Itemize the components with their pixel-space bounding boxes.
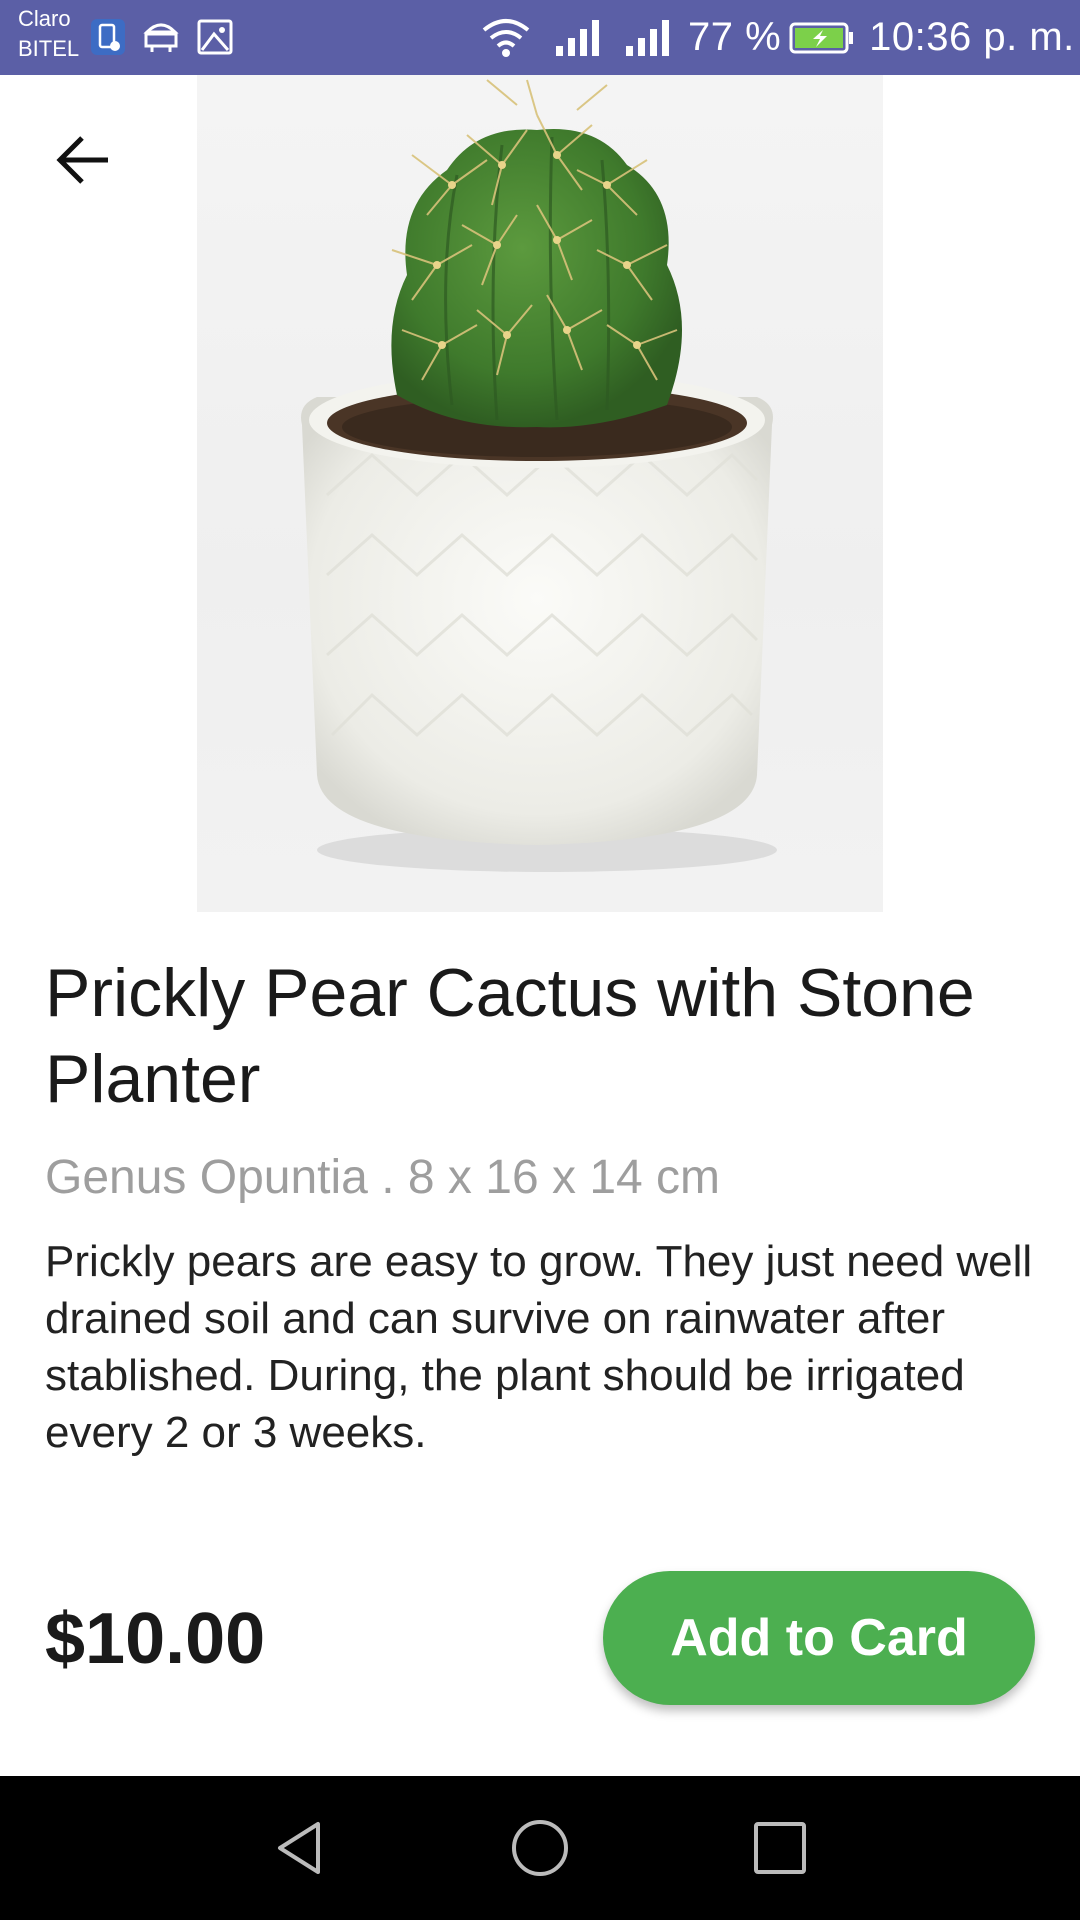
carrier-2: BITEL [18,36,80,61]
status-right: 77 % 10:36 p. m. [480,0,1075,75]
product-title: Prickly Pear Cactus with Stone Planter [45,955,975,1117]
carrier-1: Claro [18,6,71,31]
back-triangle-icon[interactable] [270,1818,330,1878]
product-price: $10.00 [45,1599,266,1679]
system-nav-bar [0,1776,1080,1920]
image-icon [197,19,233,55]
notification-icon [91,19,125,55]
home-circle-icon[interactable] [510,1818,570,1878]
carrier-names: Claro BITEL [18,4,79,64]
product-description: Prickly pears are easy to grow. They jus… [45,1237,1033,1457]
product-image [197,75,883,912]
battery-charging-icon [789,22,854,53]
add-to-cart-button[interactable]: Add to Card [603,1571,1035,1705]
android-icon [143,23,179,52]
product-subtitle: Genus Opuntia . 8 x 16 x 14 cm [45,1151,721,1204]
battery-percent: 77 % [688,15,782,59]
wifi-icon [482,18,530,57]
cactus-in-white-pot-photo [301,79,777,872]
clock: 10:36 p. m. [869,15,1075,59]
status-bar: Claro BITEL 77 % 10:36 p. m. [0,0,1080,75]
recents-square-icon[interactable] [750,1818,810,1878]
signal-icon [556,19,599,56]
back-button[interactable] [52,128,116,192]
arrow-left-icon [56,136,108,184]
signal-icon [626,19,669,56]
